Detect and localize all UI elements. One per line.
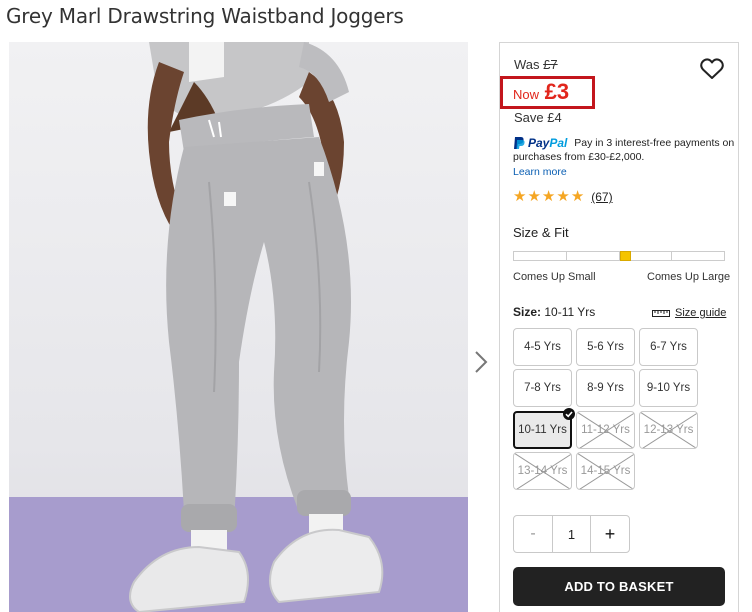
star-icon: ★	[527, 188, 541, 205]
size-fit-scale	[513, 251, 725, 261]
add-to-basket-button[interactable]: ADD TO BASKET	[513, 567, 725, 606]
size-option-label: 4-5 Yrs	[524, 341, 561, 353]
size-option[interactable]: 14-15 Yrs	[576, 452, 635, 490]
check-icon	[563, 408, 575, 420]
star-icon: ★	[541, 188, 556, 205]
size-option-label: 14-15 Yrs	[580, 465, 631, 477]
quantity-decrease-button[interactable]: -	[514, 516, 552, 552]
save-amount: Save £4	[514, 110, 562, 125]
size-label: Size:	[513, 305, 542, 319]
paypal-brand-1: Pay	[528, 136, 550, 151]
size-fit-right-label: Comes Up Large	[647, 271, 731, 283]
scale-divider	[566, 252, 567, 260]
size-option-label: 5-6 Yrs	[587, 341, 624, 353]
star-icon: ★	[513, 188, 527, 205]
size-option[interactable]: 10-11 Yrs	[513, 408, 575, 449]
product-image[interactable]	[9, 42, 468, 612]
size-option[interactable]: 4-5 Yrs	[513, 328, 572, 366]
paypal-learn-more-link[interactable]: Learn more	[513, 165, 735, 179]
size-fit-marker	[620, 251, 631, 261]
size-option-label: 9-10 Yrs	[646, 382, 691, 394]
size-option[interactable]: 11-12 Yrs	[576, 411, 635, 449]
size-fit-label: Size & Fit	[513, 225, 569, 240]
review-count-link[interactable]: (67)	[591, 190, 612, 204]
size-option-label: 7-8 Yrs	[524, 382, 561, 394]
product-title: Grey Marl Drawstring Waistband Joggers	[6, 4, 404, 28]
scale-divider	[671, 252, 672, 260]
size-guide-label: Size guide	[675, 307, 727, 319]
model-illustration	[129, 42, 384, 612]
size-option[interactable]: 13-14 Yrs	[513, 452, 572, 490]
now-price-value: £3	[544, 79, 570, 104]
size-option[interactable]: 5-6 Yrs	[576, 328, 635, 366]
paypal-icon	[514, 137, 525, 150]
size-guide-link[interactable]: Size guide	[652, 307, 726, 319]
chevron-right-icon[interactable]	[472, 349, 490, 375]
rating[interactable]: ★ ★ ★ ★ ★ (67)	[513, 189, 613, 205]
size-option[interactable]: 7-8 Yrs	[513, 369, 572, 407]
star-icon: ★	[570, 188, 585, 205]
selected-size: Size: 10-11 Yrs	[513, 305, 595, 319]
paypal-logo: Pay Pal	[513, 136, 567, 150]
size-fit-left-label: Comes Up Small	[513, 271, 596, 283]
was-label: Was	[514, 57, 540, 72]
save-value: £4	[547, 110, 562, 125]
size-option-label: 11-12 Yrs	[581, 424, 630, 436]
now-price: Now £3	[513, 79, 569, 105]
quantity-stepper: - 1 +	[513, 515, 630, 553]
size-option[interactable]: 8-9 Yrs	[576, 369, 635, 407]
heart-icon[interactable]	[700, 58, 724, 80]
size-option-label: 12-13 Yrs	[643, 424, 694, 436]
paypal-brand-2: Pal	[549, 136, 568, 151]
ruler-icon	[652, 310, 670, 317]
size-option[interactable]: 9-10 Yrs	[639, 369, 698, 407]
selected-size-value: 10-11 Yrs	[544, 305, 596, 319]
size-option-label: 8-9 Yrs	[587, 382, 624, 394]
paypal-message: Pay Pal Pay in 3 interest-free payments o…	[513, 136, 735, 179]
size-option-label: 10-11 Yrs	[518, 424, 567, 436]
save-label: Save	[514, 110, 544, 125]
now-label: Now	[513, 87, 540, 102]
size-option-label: 13-14 Yrs	[517, 465, 568, 477]
quantity-value[interactable]: 1	[552, 516, 591, 552]
size-option-label: 6-7 Yrs	[650, 341, 687, 353]
size-option[interactable]: 6-7 Yrs	[639, 328, 698, 366]
quantity-increase-button[interactable]: +	[591, 516, 629, 552]
size-option[interactable]: 12-13 Yrs	[639, 411, 698, 449]
was-price-value: £7	[543, 57, 558, 72]
star-icon: ★	[556, 188, 570, 205]
was-price: Was £7	[514, 57, 558, 72]
